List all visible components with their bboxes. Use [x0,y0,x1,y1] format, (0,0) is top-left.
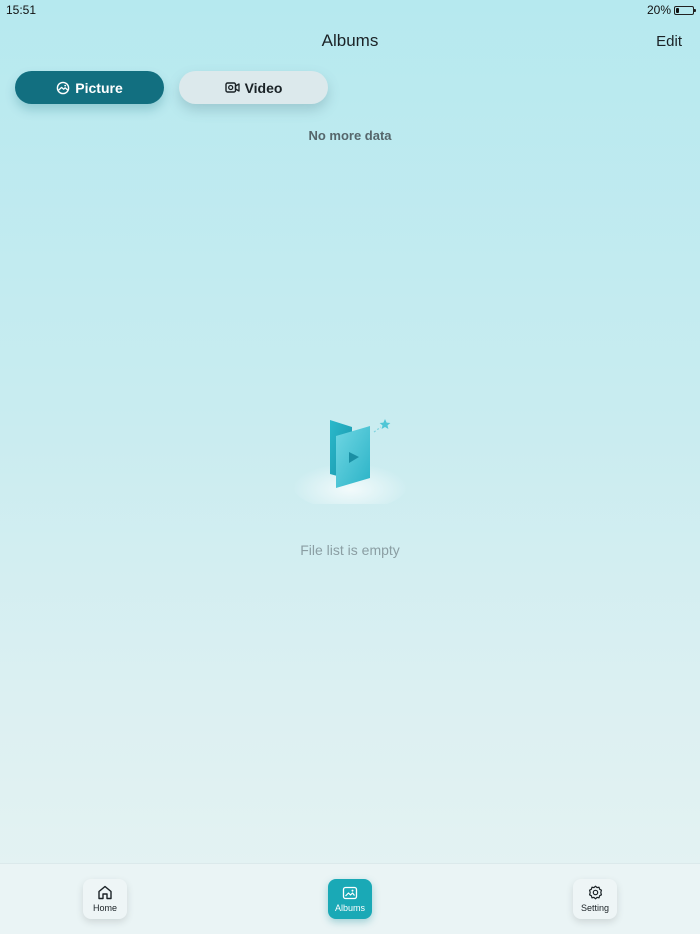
tab-picture-label: Picture [75,79,123,96]
tabbar-item-label: Albums [334,902,365,913]
tab-video[interactable]: Video [179,71,328,104]
picture-icon [56,81,70,95]
tab-picture[interactable]: Picture [15,71,164,104]
battery-icon [674,5,696,15]
tab-video-label: Video [244,79,283,96]
page-title: Albums [321,31,379,50]
status-bar: 15:51 20% [0,0,700,20]
home-icon [97,885,113,903]
edit-button[interactable]: Edit [656,33,682,50]
battery-fill [676,7,679,13]
video-icon [224,81,240,94]
gear-icon [588,885,603,903]
empty-state-text: File list is empty [300,542,400,558]
bottom-tab-bar: Home Albums Setting [0,863,700,934]
tabbar-item-label: Setting [580,903,610,913]
tabbar-item-label: Home [92,903,117,913]
empty-folder-illustration [290,414,410,510]
no-more-data-text: No more data [308,128,392,143]
status-right: 20% [646,3,696,17]
tabbar-item-home[interactable]: Home [83,879,127,919]
status-time: 15:51 [6,3,37,17]
battery-percent: 20% [646,3,671,17]
tabbar-item-setting[interactable]: Setting [573,879,617,919]
tabbar-item-albums[interactable]: Albums [328,879,372,919]
albums-icon [342,886,358,903]
